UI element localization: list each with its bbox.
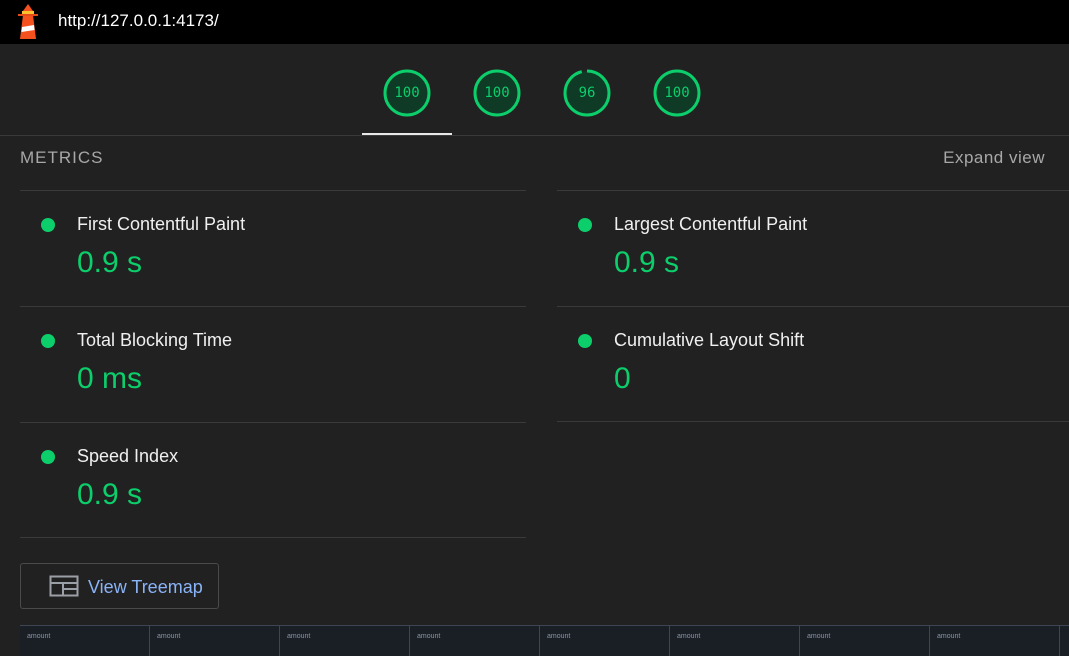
column-header: amount bbox=[280, 626, 410, 656]
pass-dot-icon bbox=[578, 334, 592, 348]
score-gauge-2[interactable]: 100 bbox=[472, 68, 522, 118]
pass-dot-icon bbox=[41, 218, 55, 232]
column-header: amount bbox=[670, 626, 800, 656]
column-header: amount bbox=[930, 626, 1060, 656]
pass-dot-icon bbox=[41, 334, 55, 348]
metric-name: First Contentful Paint bbox=[77, 214, 246, 234]
score-value: 100 bbox=[484, 85, 510, 101]
divider bbox=[20, 537, 526, 538]
metric-name: Largest Contentful Paint bbox=[614, 214, 808, 234]
column-header: amount bbox=[150, 626, 280, 656]
metric-cumulative-layout-shift: Cumulative Layout Shift 0 bbox=[557, 306, 1069, 423]
column-header: amount bbox=[800, 626, 930, 656]
metric-speed-index: Speed Index 0.9 s bbox=[20, 422, 526, 539]
divider bbox=[557, 421, 1069, 422]
metric-total-blocking-time: Total Blocking Time 0 ms bbox=[20, 306, 526, 423]
expand-view-button[interactable]: Expand view bbox=[943, 148, 1045, 168]
pass-dot-icon bbox=[578, 218, 592, 232]
score-value: 100 bbox=[664, 85, 690, 101]
metric-name: Total Blocking Time bbox=[77, 330, 233, 350]
metric-value: 0.9 s bbox=[77, 246, 143, 279]
score-gauge-1[interactable]: 100 bbox=[382, 68, 432, 118]
metric-first-contentful-paint: First Contentful Paint 0.9 s bbox=[20, 190, 526, 307]
score-gauges: 100 100 96 100 bbox=[0, 44, 1069, 136]
view-treemap-label: View Treemap bbox=[88, 577, 203, 597]
column-header: amount bbox=[20, 626, 150, 656]
browser-bar: http://127.0.0.1:4173/ bbox=[0, 0, 1069, 44]
metric-name: Speed Index bbox=[77, 446, 179, 466]
metric-name: Cumulative Layout Shift bbox=[614, 330, 805, 350]
pass-dot-icon bbox=[41, 450, 55, 464]
metrics-heading: METRICS bbox=[20, 148, 104, 167]
metric-value: 0 bbox=[614, 362, 631, 395]
view-treemap-button[interactable]: View Treemap bbox=[20, 563, 219, 609]
score-gauge-4[interactable]: 100 bbox=[652, 68, 702, 118]
metric-value: 0.9 s bbox=[614, 246, 680, 279]
score-value: 96 bbox=[578, 85, 596, 101]
url-text[interactable]: http://127.0.0.1:4173/ bbox=[58, 11, 219, 31]
metric-value: 0 ms bbox=[77, 362, 143, 395]
lighthouse-logo-icon bbox=[18, 4, 38, 39]
score-value: 100 bbox=[394, 85, 420, 101]
score-gauge-3[interactable]: 96 bbox=[562, 68, 612, 118]
metric-value: 0.9 s bbox=[77, 478, 143, 511]
metric-largest-contentful-paint: Largest Contentful Paint 0.9 s bbox=[557, 190, 1069, 307]
column-header: amount bbox=[410, 626, 540, 656]
column-header: amount bbox=[540, 626, 670, 656]
treemap-icon bbox=[49, 575, 79, 597]
treemap-preview-strip: amount amount amount amount amount amoun… bbox=[20, 625, 1069, 656]
active-gauge-indicator bbox=[362, 133, 452, 135]
